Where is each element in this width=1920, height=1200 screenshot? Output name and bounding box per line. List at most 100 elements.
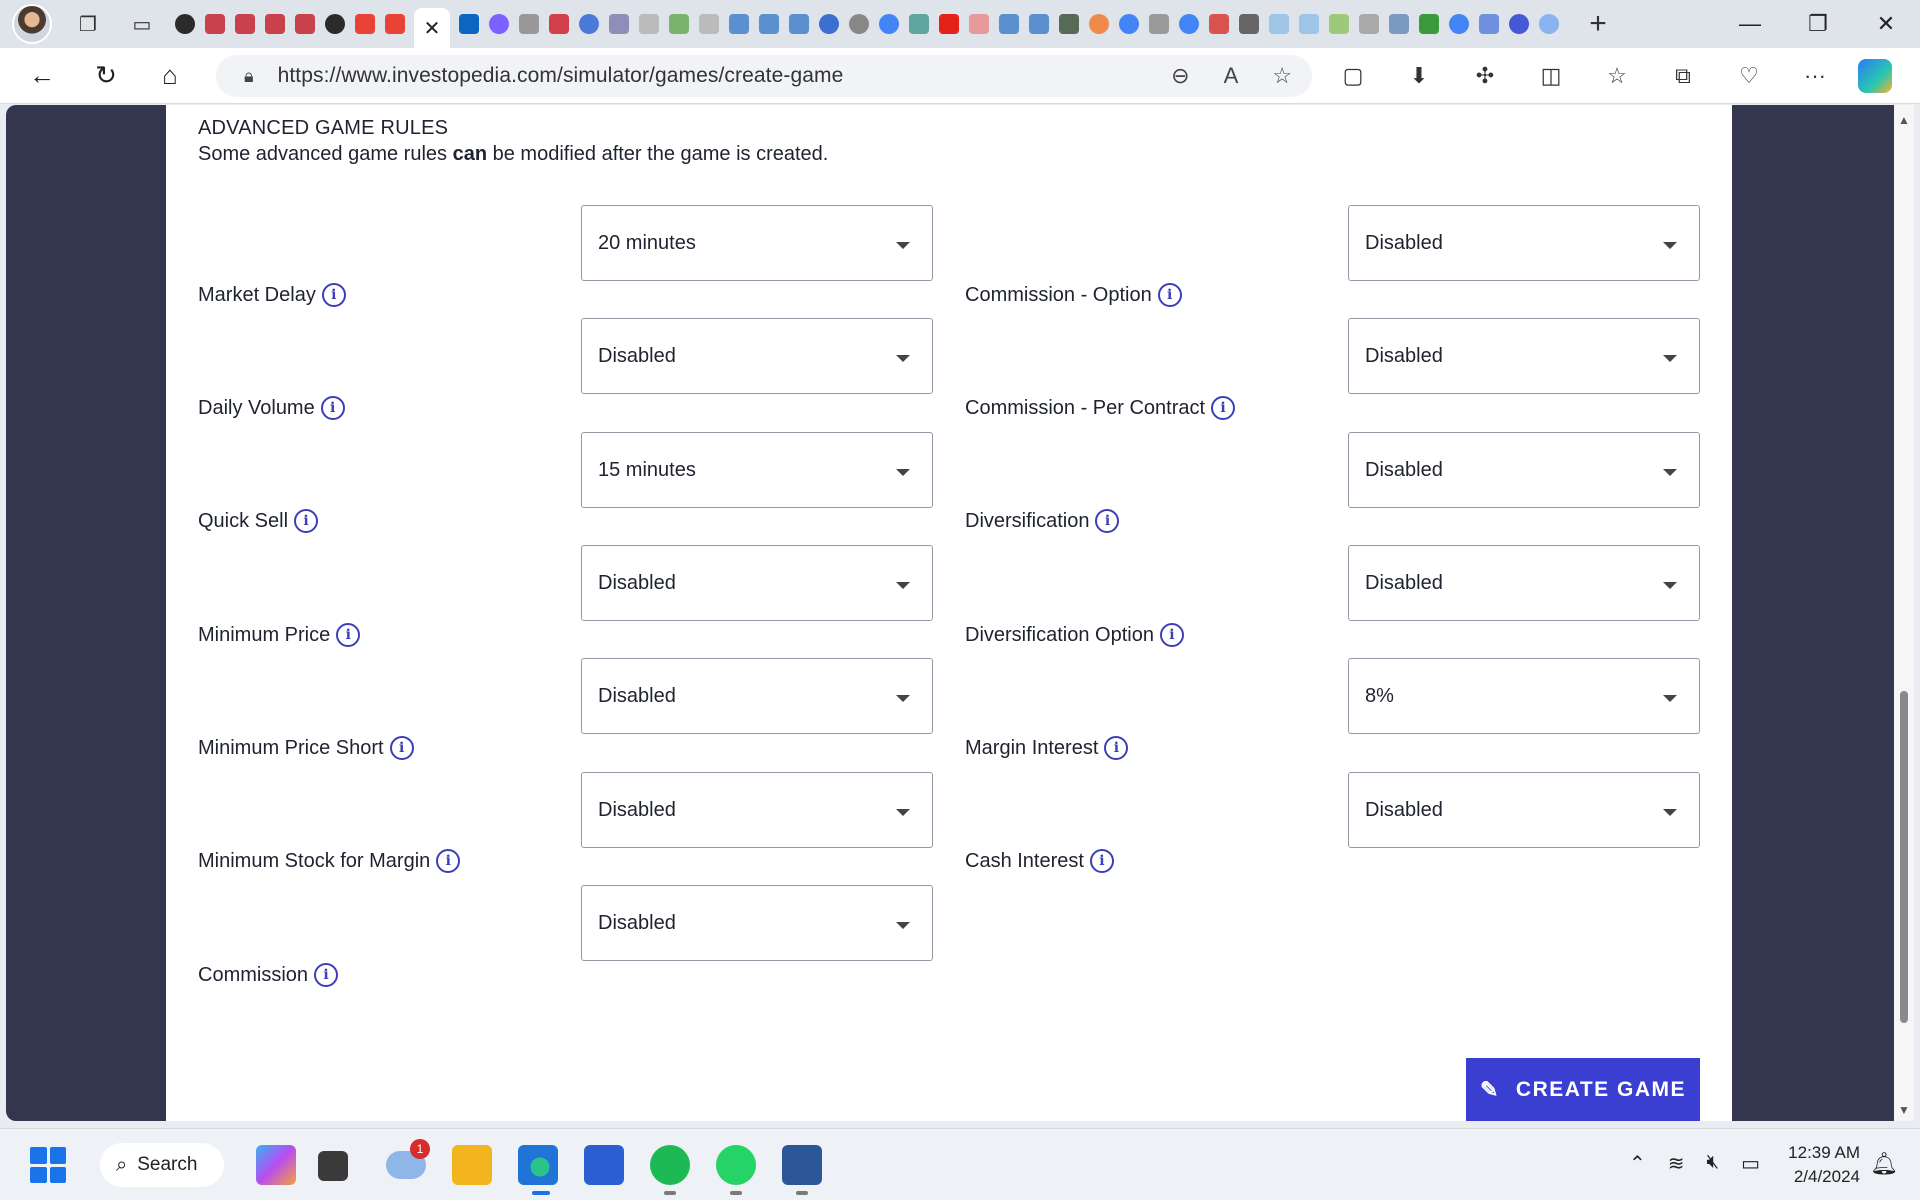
- workspaces-icon[interactable]: ❐: [70, 6, 106, 42]
- diversification-option-select[interactable]: Disabled: [1348, 545, 1700, 621]
- page-scrollbar[interactable]: ▲ ▼: [1894, 105, 1914, 1121]
- daily-volume-select[interactable]: Disabled: [581, 318, 933, 394]
- tab[interactable]: [230, 9, 260, 39]
- tab[interactable]: [1414, 9, 1444, 39]
- cash-interest-select[interactable]: Disabled: [1348, 772, 1700, 848]
- tab[interactable]: [1144, 9, 1174, 39]
- tab[interactable]: [784, 9, 814, 39]
- read-aloud-icon[interactable]: A: [1224, 63, 1239, 89]
- favorites-icon[interactable]: ☆: [1594, 56, 1640, 96]
- info-icon[interactable]: i: [1157, 283, 1182, 307]
- download-icon[interactable]: ⬇: [1396, 56, 1442, 96]
- spotify-icon[interactable]: [650, 1145, 690, 1185]
- back-icon[interactable]: ←: [20, 54, 64, 98]
- tab[interactable]: [1114, 9, 1144, 39]
- browser-essentials-icon[interactable]: ♡: [1726, 56, 1772, 96]
- commission-select[interactable]: Disabled: [581, 885, 933, 961]
- copilot-icon[interactable]: [1858, 59, 1892, 93]
- tab[interactable]: [1504, 9, 1534, 39]
- taskbar-clock[interactable]: 12:39 AM 2/4/2024: [1788, 1141, 1860, 1189]
- restore-icon[interactable]: ❐: [1784, 0, 1852, 48]
- tab-actions-icon[interactable]: ▭: [124, 6, 160, 42]
- windows-start-icon[interactable]: [30, 1147, 66, 1183]
- tab[interactable]: [260, 9, 290, 39]
- tab[interactable]: [1234, 9, 1264, 39]
- minimum-price-short-select[interactable]: Disabled: [581, 658, 933, 734]
- extension-icon[interactable]: ▢: [1330, 56, 1376, 96]
- wifi-icon[interactable]: ≋: [1668, 1151, 1685, 1176]
- taskbar-search[interactable]: ⌕ Search: [100, 1143, 224, 1187]
- tab[interactable]: [604, 9, 634, 39]
- tab[interactable]: [994, 9, 1024, 39]
- speaker-muted-icon[interactable]: 🔇︎: [1706, 1151, 1719, 1176]
- active-tab-close-button[interactable]: ✕: [414, 8, 450, 48]
- file-explorer-icon[interactable]: [452, 1145, 492, 1185]
- info-icon[interactable]: i: [1095, 509, 1120, 533]
- task-view-icon[interactable]: [318, 1151, 348, 1181]
- tab[interactable]: [1204, 9, 1234, 39]
- quick-sell-select[interactable]: 15 minutes: [581, 432, 933, 508]
- new-tab-button[interactable]: +: [1578, 4, 1618, 44]
- tab[interactable]: [1474, 9, 1504, 39]
- tab[interactable]: [170, 9, 200, 39]
- tab[interactable]: [934, 9, 964, 39]
- chevron-up-icon[interactable]: ⌃: [1629, 1151, 1646, 1176]
- tab[interactable]: [1324, 9, 1354, 39]
- scroll-up-arrow-icon[interactable]: ▲: [1898, 113, 1910, 127]
- home-icon[interactable]: ⌂: [148, 54, 192, 98]
- tab[interactable]: [454, 9, 484, 39]
- tab[interactable]: [380, 9, 410, 39]
- info-icon[interactable]: i: [314, 963, 339, 987]
- tab[interactable]: [484, 9, 514, 39]
- margin-interest-select[interactable]: 8%: [1348, 658, 1700, 734]
- lock-icon[interactable]: 🔒︎: [244, 66, 254, 87]
- copilot-preview-app-icon[interactable]: [256, 1145, 296, 1185]
- tab[interactable]: [320, 9, 350, 39]
- market-delay-select[interactable]: 20 minutes: [581, 205, 933, 281]
- minimum-price-select[interactable]: Disabled: [581, 545, 933, 621]
- notification-bell-icon[interactable]: 🔔︎: [1870, 1151, 1898, 1177]
- tab[interactable]: [200, 9, 230, 39]
- info-icon[interactable]: i: [294, 509, 319, 533]
- tab[interactable]: [664, 9, 694, 39]
- tab[interactable]: [814, 9, 844, 39]
- zoom-icon[interactable]: ⊖: [1171, 63, 1189, 89]
- info-icon[interactable]: i: [1089, 849, 1114, 873]
- scroll-down-arrow-icon[interactable]: ▼: [1898, 1103, 1910, 1117]
- word-icon[interactable]: [782, 1145, 822, 1185]
- tab[interactable]: [1024, 9, 1054, 39]
- collections-icon[interactable]: ⧉: [1660, 56, 1706, 96]
- info-icon[interactable]: i: [1159, 623, 1184, 647]
- microsoft-store-icon[interactable]: [584, 1145, 624, 1185]
- tab[interactable]: [754, 9, 784, 39]
- refresh-icon[interactable]: ↻: [84, 54, 128, 98]
- info-icon[interactable]: i: [321, 283, 346, 307]
- tab[interactable]: [1384, 9, 1414, 39]
- info-icon[interactable]: i: [336, 623, 361, 647]
- tab[interactable]: [290, 9, 320, 39]
- whatsapp-icon[interactable]: [716, 1145, 756, 1185]
- tab[interactable]: [1084, 9, 1114, 39]
- url-text[interactable]: https://www.investopedia.com/simulator/g…: [278, 64, 844, 88]
- tab[interactable]: [574, 9, 604, 39]
- more-menu-icon[interactable]: ···: [1792, 56, 1838, 96]
- tab[interactable]: [350, 9, 380, 39]
- info-icon[interactable]: i: [320, 396, 345, 420]
- tab[interactable]: [514, 9, 544, 39]
- tab[interactable]: [1264, 9, 1294, 39]
- tab[interactable]: [724, 9, 754, 39]
- tab[interactable]: [1294, 9, 1324, 39]
- extensions-puzzle-icon[interactable]: ✣: [1462, 56, 1508, 96]
- edge-browser-icon[interactable]: [518, 1145, 558, 1185]
- tab[interactable]: [904, 9, 934, 39]
- tab[interactable]: [1354, 9, 1384, 39]
- info-icon[interactable]: i: [1211, 396, 1236, 420]
- address-bar[interactable]: 🔒︎ https://www.investopedia.com/simulato…: [216, 55, 1312, 97]
- minimum-stock-for-margin-select[interactable]: Disabled: [581, 772, 933, 848]
- tab[interactable]: [844, 9, 874, 39]
- battery-icon[interactable]: ▭: [1741, 1151, 1760, 1176]
- commission-per-contract-select[interactable]: Disabled: [1348, 318, 1700, 394]
- create-game-button[interactable]: ✎ CREATE GAME: [1466, 1058, 1700, 1121]
- commission-option-select[interactable]: Disabled: [1348, 205, 1700, 281]
- close-icon[interactable]: ✕: [1852, 0, 1920, 48]
